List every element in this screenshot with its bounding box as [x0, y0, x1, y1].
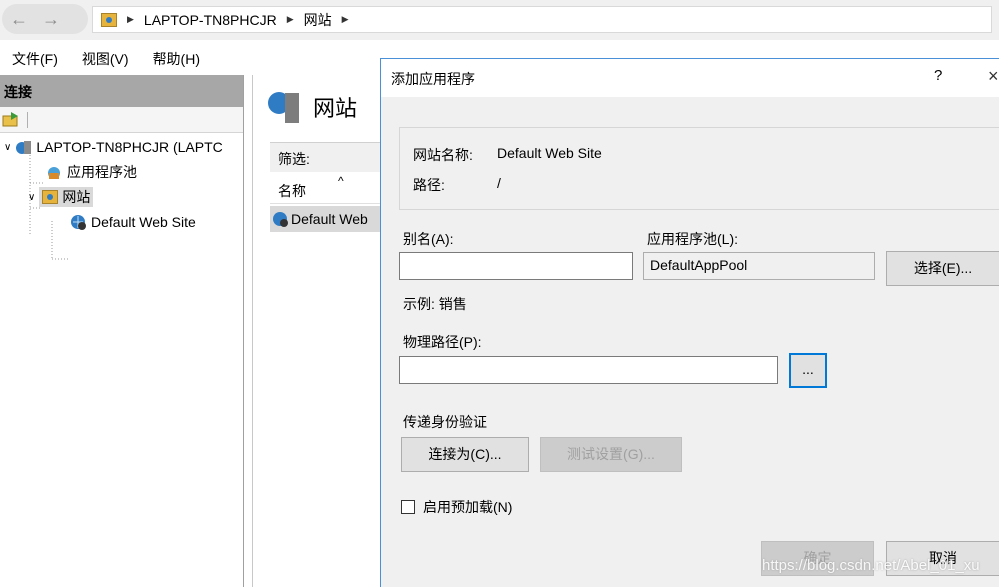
browse-button[interactable]: ...: [789, 353, 827, 388]
preload-checkbox[interactable]: [401, 500, 415, 514]
forward-button[interactable]: →: [38, 8, 64, 30]
column-label: 名称: [278, 183, 306, 199]
tree-node-default-site[interactable]: Default Web Site: [70, 211, 196, 233]
help-button[interactable]: ?: [934, 67, 942, 84]
menu-file[interactable]: 文件(F): [0, 46, 70, 72]
tree-label-server: LAPTOP-TN8PHCJR (LAPTC: [36, 139, 223, 155]
filter-bar: 筛选:: [270, 142, 390, 172]
physical-path-label: 物理路径(P):: [403, 334, 482, 350]
app-pool-field: DefaultAppPool: [643, 252, 875, 280]
connections-toolbar: [0, 107, 243, 133]
website-globe-icon: [273, 211, 288, 227]
add-application-dialog: 添加应用程序 ? × 网站名称: Default Web Site 路径: / …: [380, 58, 999, 587]
site-info-box: [399, 127, 999, 210]
tree-node-server[interactable]: ∨ LAPTOP-TN8PHCJR (LAPTC: [4, 136, 223, 158]
chevron-down-icon[interactable]: ∨: [4, 142, 11, 153]
address-bar: ← → ▶ LAPTOP-TN8PHCJR ▶ 网站 ▶: [0, 0, 999, 40]
select-app-pool-button[interactable]: 选择(E)...: [886, 251, 999, 286]
preload-label: 启用预加载(N): [423, 499, 513, 515]
server-globe-icon: [16, 140, 32, 154]
connect-as-button[interactable]: 连接为(C)...: [401, 437, 529, 472]
alias-input[interactable]: [399, 252, 633, 280]
breadcrumb-sites[interactable]: 网站: [304, 10, 332, 30]
tree-label-default-site: Default Web Site: [91, 214, 196, 230]
menu-bar: 文件(F) 视图(V) 帮助(H): [0, 46, 212, 72]
tree-label-sites: 网站: [62, 189, 91, 205]
page-title: 网站: [313, 96, 358, 121]
sort-up-icon: ^: [338, 174, 344, 188]
physical-path-input[interactable]: [399, 356, 778, 384]
connections-pane: 连接 ∨ LAPTOP-TN8PHCJR (LAPTC 应用程序池 ∨ 网站 D…: [0, 75, 244, 587]
app-pool-icon: [48, 166, 60, 179]
breadcrumb[interactable]: ▶ LAPTOP-TN8PHCJR ▶ 网站 ▶: [92, 6, 992, 33]
menu-help[interactable]: 帮助(H): [141, 46, 212, 72]
menu-view[interactable]: 视图(V): [70, 46, 141, 72]
example-text: 示例: 销售: [403, 296, 467, 312]
chevron-down-icon[interactable]: ∨: [28, 192, 35, 203]
breadcrumb-server[interactable]: LAPTOP-TN8PHCJR: [144, 12, 277, 28]
row-site-name: Default Web: [291, 211, 368, 227]
dialog-titlebar: 添加应用程序 ? ×: [381, 59, 999, 97]
chevron-right-icon[interactable]: ▶: [342, 14, 349, 25]
tree-label-app-pools: 应用程序池: [67, 164, 137, 180]
close-button[interactable]: ×: [988, 66, 999, 87]
path-value: /: [497, 175, 501, 191]
dialog-title: 添加应用程序: [391, 71, 475, 87]
alias-label: 别名(A):: [403, 231, 454, 247]
sites-pane: 网站 筛选: 名称 ^ Default Web: [252, 75, 390, 587]
tree-node-sites[interactable]: ∨ 网站: [28, 186, 94, 208]
server-globe-icon: [268, 92, 299, 123]
chevron-right-icon[interactable]: ▶: [287, 14, 294, 25]
app-pool-label: 应用程序池(L):: [647, 231, 738, 247]
filter-label: 筛选:: [278, 151, 310, 167]
table-row[interactable]: Default Web: [270, 206, 390, 232]
site-name-value: Default Web Site: [497, 145, 602, 161]
test-settings-button: 测试设置(G)...: [540, 437, 682, 472]
back-button[interactable]: ←: [6, 8, 32, 30]
toolbar-divider: [27, 112, 28, 128]
sites-folder-icon: [42, 190, 59, 204]
connect-icon[interactable]: [2, 110, 20, 128]
server-icon: [101, 12, 117, 27]
connections-title: 连接: [0, 75, 243, 107]
website-globe-icon: [71, 214, 86, 230]
column-header-name[interactable]: 名称 ^: [270, 174, 390, 204]
watermark: https://blog.csdn.net/Abel_01_xu: [762, 557, 980, 574]
chevron-right-icon[interactable]: ▶: [127, 14, 134, 25]
tree-node-app-pools[interactable]: 应用程序池: [46, 161, 137, 183]
path-label: 路径:: [413, 177, 445, 193]
pass-through-label: 传递身份验证: [403, 414, 487, 430]
sites-heading: 网站: [267, 87, 357, 127]
site-name-label: 网站名称:: [413, 147, 473, 163]
